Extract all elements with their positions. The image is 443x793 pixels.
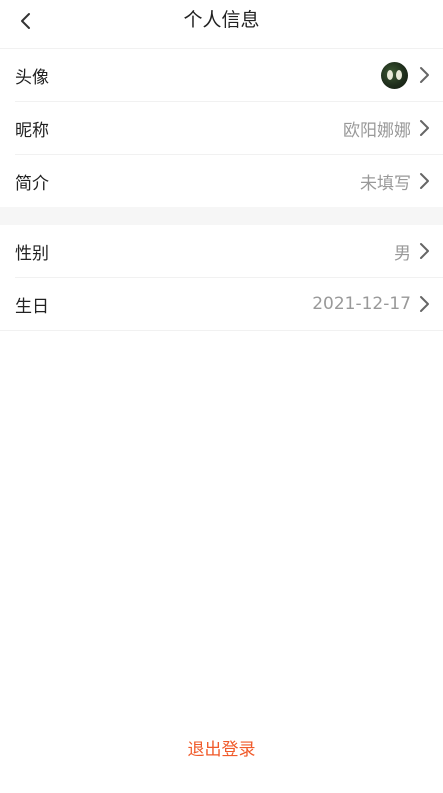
bio-row[interactable]: 简介 未填写	[15, 155, 443, 207]
bio-value: 未填写	[360, 173, 411, 194]
nickname-row[interactable]: 昵称 欧阳娜娜	[15, 102, 443, 155]
birthday-value: 2021-12-17	[312, 294, 411, 314]
profile-group-primary: 头像 昵称 欧阳娜娜 简介 未填写	[0, 49, 443, 207]
gender-value: 男	[394, 243, 411, 264]
page-title: 个人信息	[183, 9, 260, 31]
nickname-value: 欧阳娜娜	[343, 120, 411, 141]
chevron-right-icon	[417, 119, 431, 137]
nickname-label: 昵称	[15, 120, 49, 141]
chevron-right-icon	[417, 66, 431, 84]
profile-group-secondary: 性别 男 生日 2021-12-17	[0, 225, 443, 331]
gender-row[interactable]: 性别 男	[15, 225, 443, 278]
logout-button[interactable]: 退出登录	[0, 735, 443, 760]
bio-label: 简介	[15, 173, 49, 194]
chevron-right-icon	[417, 295, 431, 313]
avatar-label: 头像	[15, 67, 49, 88]
section-divider	[0, 207, 443, 225]
birthday-label: 生日	[15, 296, 49, 317]
gender-label: 性别	[15, 243, 49, 264]
nav-bar: 个人信息	[0, 0, 443, 49]
birthday-row[interactable]: 生日 2021-12-17	[15, 278, 443, 330]
avatar-row[interactable]: 头像	[15, 49, 443, 102]
chevron-right-icon	[417, 242, 431, 260]
avatar	[381, 61, 408, 89]
chevron-right-icon	[417, 172, 431, 190]
